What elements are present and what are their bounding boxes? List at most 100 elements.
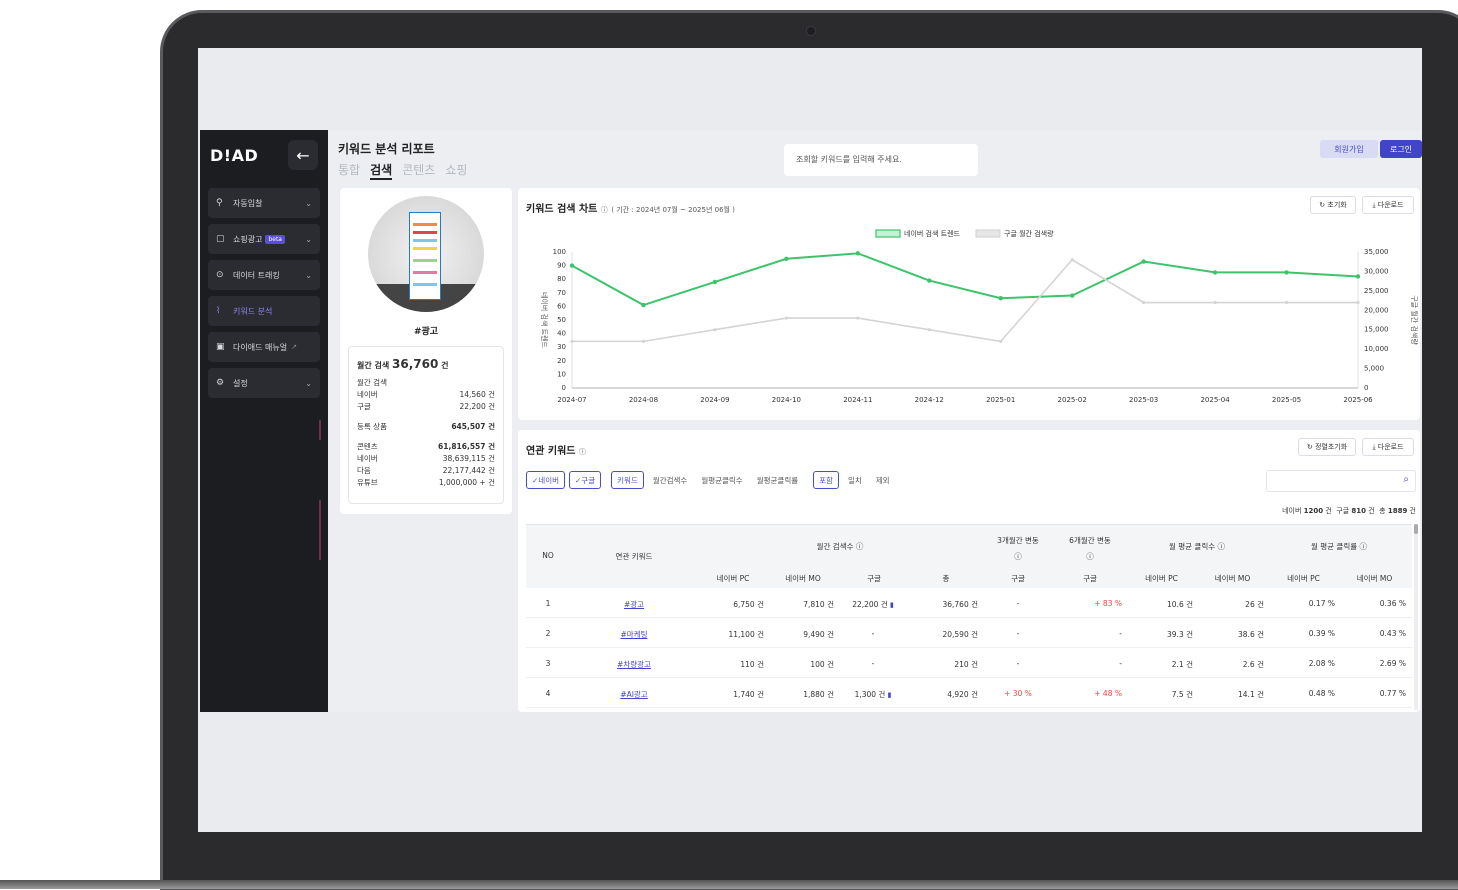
cell-total: 20,590 건 [942, 630, 978, 639]
bag-icon: ▢ [216, 234, 225, 244]
cell-kw[interactable]: #차량광고 [570, 659, 698, 670]
col-naver-pc[interactable]: 네이버 PC [698, 573, 768, 584]
data-point-naver [1212, 270, 1218, 275]
keywords-download-button[interactable]: ⤓ 다운로드 [1362, 438, 1414, 456]
login-button[interactable]: 로그인 [1380, 140, 1422, 158]
cell-cpc: 2.1 건 [1171, 660, 1193, 669]
legend-swatch-google [975, 229, 1001, 238]
signup-button[interactable]: 회원가입 [1320, 140, 1378, 158]
left-tick-label: 80 [557, 275, 566, 283]
col-google[interactable]: 구글 [838, 573, 910, 584]
cell-kw[interactable]: #광고 [570, 599, 698, 610]
filter-naver[interactable]: ✓ 네이버 [526, 471, 565, 489]
cell-cpc: 39.3 건 [1167, 630, 1193, 639]
col-avg-click[interactable]: 월 평균 클릭수 ⓘ [1126, 541, 1268, 552]
left-tick-label: 60 [557, 302, 566, 310]
data-point-naver [1284, 270, 1289, 275]
filter-include[interactable]: 포함 [813, 471, 839, 489]
col-monthly[interactable]: 월간 검색수 ⓘ [698, 541, 982, 552]
col-change3[interactable]: 3개월간 변동 ⓘ [982, 533, 1054, 565]
col-rate-pc[interactable]: 네이버 PC [1268, 573, 1339, 584]
col-click-mo[interactable]: 네이버 MO [1197, 573, 1268, 584]
col-total[interactable]: 총 [910, 573, 982, 584]
data-point-naver [855, 251, 861, 256]
chevron-down-icon: ⌄ [305, 198, 312, 208]
data-point-naver [712, 279, 718, 285]
content-youtube-value: 1,000,000 + 건 [438, 478, 495, 487]
tab-search[interactable]: 검색 [370, 161, 393, 180]
camera [806, 26, 816, 36]
back-button[interactable]: ← [288, 140, 318, 170]
tab-content[interactable]: 콘텐츠 [402, 161, 435, 180]
cell-kw[interactable]: #AI광고 [570, 689, 698, 700]
sidebar-menu: ⚲ 자동입찰 ⌄ ▢ 쇼핑광고 beta ⌄ ⊙ 데이터 트래킹 ⌄ ⌇ 키워드… [208, 188, 320, 404]
col-rate-mo[interactable]: 네이버 MO [1339, 573, 1410, 584]
right-tick-label: 0 [1364, 384, 1368, 392]
left-tick-label: 70 [557, 289, 566, 297]
report-tabs: 통합 검색 콘텐츠 쇼핑 [338, 161, 467, 180]
sidebar-item-shopping-ads[interactable]: ▢ 쇼핑광고 beta ⌄ [208, 224, 320, 254]
sidebar-item-settings[interactable]: ⚙ 설정 ⌄ [208, 368, 320, 398]
cell-rmo: 0.36 % [1379, 599, 1406, 608]
external-link-icon: ↗ [291, 343, 297, 351]
chart-title: 키워드 검색 차트 ⓘ ( 기간 : 2024년 07월 ~ 2025년 06월… [526, 204, 735, 215]
data-point-google [1142, 300, 1146, 305]
cell-no: 4 [545, 689, 551, 698]
left-tick-label: 50 [557, 316, 566, 324]
laptop-base [0, 880, 1458, 889]
manual-icon: ▣ [216, 342, 225, 352]
col-change6-google[interactable]: 구글 [1054, 573, 1126, 584]
col-naver-mo[interactable]: 네이버 MO [768, 573, 838, 584]
bar-chart-icon[interactable]: ▮ [885, 691, 892, 699]
col-avg-rate[interactable]: 월 평균 클릭률 ⓘ [1268, 541, 1410, 552]
keyword-profile-card: #광고 월간 검색 36,760 건 월간 검색 네이버 14,560 건 구글 2… [340, 188, 512, 514]
download-button[interactable]: ⤓ 다운로드 [1362, 196, 1414, 214]
keyword-search-input[interactable]: 조회할 키워드를 입력해 주세요. [784, 144, 978, 176]
keyword-filter-input[interactable]: ⌕ [1266, 470, 1416, 492]
tab-integrated[interactable]: 통합 [338, 161, 360, 180]
filter-avg-rate[interactable]: 월평균클릭률 [752, 471, 803, 489]
sidebar-item-manual[interactable]: ▣ 다이애드 매뉴얼 ↗ [208, 332, 320, 362]
cell-google: 1,300 건 ▮ [854, 690, 892, 699]
sidebar-item-data-tracking[interactable]: ⊙ 데이터 트래킹 ⌄ [208, 260, 320, 290]
filter-avg-click[interactable]: 월평균클릭수 [696, 471, 747, 489]
cell-cmo: 14.1 건 [1238, 690, 1264, 699]
data-point-google [713, 328, 717, 332]
cell-rpc: 0.39 % [1308, 629, 1335, 638]
filter-match[interactable]: 일치 [843, 471, 867, 489]
col-change6[interactable]: 6개월간 변동 ⓘ [1054, 533, 1126, 565]
filter-monthly[interactable]: 월간검색수 [648, 471, 693, 489]
filter-exclude[interactable]: 제외 [871, 471, 895, 489]
monthly-sub-label: 월간 검색 [357, 378, 387, 387]
table-scrollbar[interactable] [1414, 524, 1418, 710]
bar-chart-icon[interactable]: ▮ [888, 601, 894, 609]
cell-nmo: 7,810 건 [803, 600, 834, 609]
table-row: 2 #마케팅 11,100 건 9,490 건 - 20,590 건 - - 39.3 건 38.… [526, 618, 1412, 648]
x-tick-label: 2024-10 [772, 396, 801, 404]
col-keyword[interactable]: 연관 키워드 [570, 551, 698, 562]
col-no[interactable]: NO [526, 551, 570, 560]
col-change3-google[interactable]: 구글 [982, 573, 1054, 584]
tab-shopping[interactable]: 쇼핑 [445, 161, 467, 180]
cell-c6: - [1119, 629, 1122, 638]
filter-keyword[interactable]: 키워드 [611, 471, 644, 489]
x-tick-label: 2025-02 [1058, 396, 1087, 404]
content-value: 61,816,557 건 [438, 442, 495, 451]
left-tick-label: 20 [557, 357, 566, 365]
cell-kw[interactable]: #마케팅 [570, 629, 698, 640]
reset-sort-button[interactable]: ↻ 정렬초기화 [1298, 438, 1356, 456]
right-tick-label: 25,000 [1364, 287, 1389, 295]
reset-button[interactable]: ↻ 초기화 [1310, 196, 1356, 214]
left-tick-label: 30 [557, 343, 566, 351]
cell-rpc: 0.48 % [1308, 689, 1335, 698]
legend-swatch-naver [875, 229, 901, 238]
filter-google[interactable]: ✓ 구글 [569, 471, 602, 489]
col-click-pc[interactable]: 네이버 PC [1126, 573, 1197, 584]
sidebar-item-keyword-analysis[interactable]: ⌇ 키워드 분석 [208, 296, 320, 326]
cell-nmo: 9,490 건 [803, 630, 834, 639]
sidebar-item-label: 데이터 트래킹 [233, 270, 280, 280]
left-tick-label: 10 [557, 370, 566, 378]
sidebar-item-auto-bid[interactable]: ⚲ 자동입찰 ⌄ [208, 188, 320, 218]
google-value: 22,200 건 [459, 402, 495, 411]
data-point-naver [569, 263, 575, 268]
